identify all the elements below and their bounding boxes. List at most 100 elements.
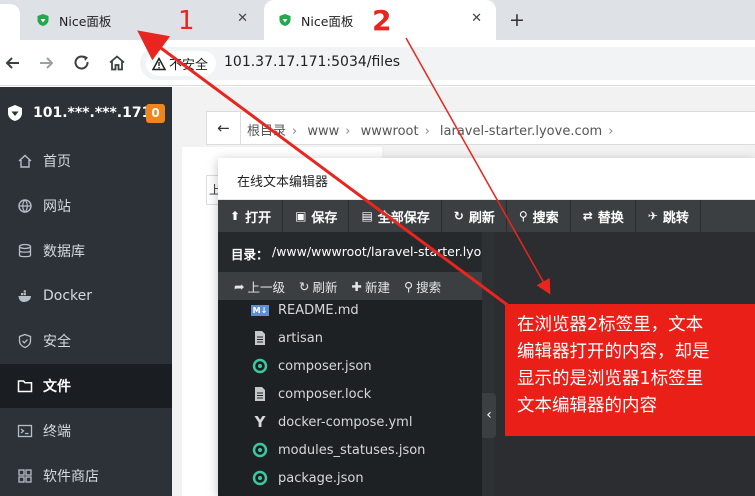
- reload-icon[interactable]: [72, 53, 92, 73]
- url-field[interactable]: 不安全 101.37.17.171:5034/files: [140, 47, 755, 80]
- address-bar: 不安全 101.37.17.171:5034/files: [0, 40, 755, 86]
- list-item[interactable]: composer.lock: [218, 380, 482, 408]
- chevron-right-icon: ›: [608, 124, 614, 139]
- sidebar-item-website[interactable]: 网站: [0, 184, 172, 228]
- tab-close-icon[interactable]: ✕: [471, 11, 482, 26]
- replace-label: 替换: [597, 210, 624, 226]
- list-item[interactable]: artisan: [218, 324, 482, 352]
- replace-button[interactable]: ⇄ 替换: [571, 200, 636, 232]
- list-item[interactable]: composer.json: [218, 352, 482, 380]
- back-arrow-icon[interactable]: [3, 53, 23, 73]
- list-item[interactable]: package.json: [218, 464, 482, 492]
- folder-icon: [17, 380, 33, 393]
- server-ip: 101.***.***.171: [33, 105, 152, 121]
- tab-close-icon[interactable]: ✕: [237, 11, 248, 26]
- tab-title: Nice面板: [301, 13, 354, 29]
- save-all-icon: ▤: [361, 209, 373, 223]
- json-icon: [252, 358, 268, 374]
- sidebar-item-label: 软件商店: [43, 469, 99, 485]
- warning-triangle-icon: [152, 56, 166, 70]
- breadcrumb-back-button[interactable]: ←: [207, 112, 241, 144]
- jump-button[interactable]: ✈ 跳转: [636, 200, 701, 232]
- sidebar-item-terminal[interactable]: 终端: [0, 409, 172, 453]
- breadcrumb-www[interactable]: www: [307, 124, 339, 139]
- tree-search-button[interactable]: ⚲ 搜索: [404, 272, 441, 300]
- sidebar-item-label: 终端: [43, 424, 71, 440]
- save-button[interactable]: ▣ 保存: [283, 200, 350, 232]
- sidebar-item-docker[interactable]: Docker: [0, 274, 172, 318]
- parent-dir-button[interactable]: ➦ 上一级: [234, 272, 285, 300]
- markdown-icon: M↓: [251, 304, 269, 316]
- save-all-label: 全部保存: [377, 210, 430, 226]
- file-icon: [255, 331, 265, 345]
- sidebar-item-store[interactable]: 软件商店: [0, 454, 172, 496]
- sidebar-item-label: 安全: [43, 334, 71, 350]
- up-icon: ➦: [234, 278, 245, 294]
- breadcrumb-site[interactable]: laravel-starter.lyove.com: [440, 124, 602, 139]
- annotation-note: 在浏览器2标签里，文本 编辑器打开的内容，却是 显示的是浏览器1标签里 文本编辑…: [505, 304, 755, 436]
- search-button[interactable]: ⚲ 搜索: [507, 200, 571, 232]
- tree-refresh-label: 刷新: [312, 279, 338, 295]
- save-all-button[interactable]: ▤ 全部保存: [349, 200, 442, 232]
- chevron-right-icon: ›: [292, 124, 298, 139]
- sidebar-item-label: 文件: [43, 379, 71, 395]
- dialog-title: 在线文本编辑器: [237, 175, 329, 190]
- list-item[interactable]: M↓ README.md: [218, 300, 482, 324]
- collapse-sidebar-button[interactable]: ‹: [482, 393, 496, 438]
- refresh-icon: ↻: [299, 278, 310, 294]
- sidebar-item-database[interactable]: 数据库: [0, 229, 172, 273]
- search-label: 搜索: [532, 210, 559, 226]
- breadcrumb-root[interactable]: 根目录: [247, 124, 286, 139]
- annotation-line: 编辑器打开的内容，却是: [517, 342, 710, 362]
- home-icon[interactable]: [107, 53, 127, 73]
- open-button[interactable]: ⬆ 打开: [218, 200, 284, 232]
- refresh-label: 刷新: [468, 210, 495, 226]
- terminal-icon: [17, 424, 33, 438]
- jump-icon: ✈: [647, 209, 658, 223]
- annotation-line: 在浏览器2标签里，文本: [517, 315, 704, 335]
- refresh-button[interactable]: ↻ 刷新: [442, 200, 507, 232]
- server-header[interactable]: 101.***.***.171 0: [0, 87, 172, 139]
- sidebar-item-label: Docker: [43, 288, 93, 304]
- globe-icon: [18, 199, 32, 213]
- url-text: 101.37.17.171:5034/files: [224, 54, 401, 70]
- new-tab-button[interactable]: +: [509, 9, 525, 31]
- sidebar-item-files[interactable]: 文件: [0, 364, 172, 408]
- pane-divider[interactable]: [482, 232, 494, 496]
- upload-icon: ⬆: [230, 209, 241, 223]
- file-name: composer.json: [278, 358, 372, 374]
- file-name: modules_statuses.json: [278, 442, 426, 458]
- shield-icon: [18, 333, 32, 349]
- save-icon: ▣: [295, 209, 307, 223]
- previous-tab-edge: [0, 4, 20, 40]
- notification-badge[interactable]: 0: [146, 104, 165, 123]
- search-icon: ⚲: [404, 278, 414, 294]
- database-icon: [18, 243, 32, 258]
- security-chip[interactable]: 不安全: [146, 51, 217, 76]
- directory-bar: 目录： /www/wwwroot/laravel-starter.lyo: [218, 232, 482, 272]
- new-file-label: 新建: [364, 279, 390, 295]
- list-item[interactable]: Y docker-compose.yml: [218, 408, 482, 436]
- new-file-button[interactable]: ✚ 新建: [352, 272, 391, 300]
- directory-path: /www/wwwroot/laravel-starter.lyo: [272, 244, 482, 259]
- tree-refresh-button[interactable]: ↻ 刷新: [299, 272, 338, 300]
- dialog-header: 在线文本编辑器: [218, 158, 755, 200]
- breadcrumb-wwwroot[interactable]: wwwroot: [361, 124, 419, 139]
- docker-icon: [18, 290, 31, 302]
- sidebar-item-home[interactable]: 首页: [0, 139, 172, 183]
- replace-icon: ⇄: [582, 209, 593, 223]
- home-icon: [18, 154, 32, 168]
- refresh-icon: ↻: [453, 209, 464, 223]
- tree-search-label: 搜索: [416, 279, 442, 295]
- file-name: docker-compose.yml: [278, 414, 413, 430]
- directory-label: 目录：: [231, 247, 269, 262]
- security-label: 不安全: [169, 58, 209, 73]
- forward-arrow-icon[interactable]: [36, 53, 56, 73]
- sidebar-item-security[interactable]: 安全: [0, 319, 172, 363]
- browser-tab-1[interactable]: Nice面板 ✕: [0, 0, 262, 40]
- list-item[interactable]: modules_statuses.json: [218, 436, 482, 464]
- file-name: README.md: [278, 302, 359, 318]
- shield-favicon-icon: [37, 14, 49, 26]
- open-label: 打开: [245, 210, 272, 226]
- tab-title: Nice面板: [59, 13, 112, 29]
